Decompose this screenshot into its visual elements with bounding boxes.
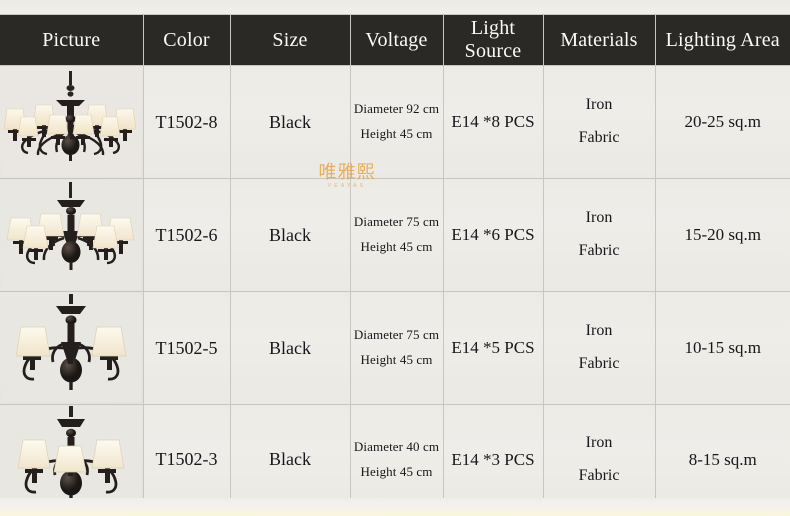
material-primary: Iron <box>585 96 613 114</box>
page-bottom-tint <box>0 510 790 516</box>
height-value: Height 45 cm <box>360 463 433 479</box>
column-header-color: Color <box>142 14 231 66</box>
chandelier-8-arm-icon <box>0 66 143 178</box>
column-header-size: Size <box>229 14 351 66</box>
size-value-cell: Diameter 75 cm Height 45 cm <box>349 291 444 405</box>
material-primary: Iron <box>585 322 613 340</box>
spec-table-page: Picture Color Size Voltage Light Source … <box>0 0 790 516</box>
color-value-cell: Black <box>229 178 351 292</box>
column-header-lighting-area: Lighting Area <box>654 14 790 66</box>
lighting-area-value-cell: 10-15 sq.m <box>654 291 790 405</box>
model-code-cell: T1502-8 <box>142 65 231 179</box>
materials-value-cell: Iron Fabric <box>542 291 656 405</box>
product-image-cell[interactable] <box>0 178 144 292</box>
diameter-value: Diameter 92 cm <box>353 101 440 117</box>
height-value: Height 45 cm <box>360 126 433 141</box>
product-spec-table: Picture Color Size Voltage Light Source … <box>0 14 790 515</box>
light-source-value-cell: E14 *6 PCS <box>442 178 544 292</box>
light-source-value-cell: E14 *5 PCS <box>442 291 544 405</box>
diameter-value: Diameter 75 cm <box>353 214 440 230</box>
column-header-voltage: Voltage <box>349 14 444 66</box>
materials-value-cell: Iron Fabric <box>542 65 656 179</box>
materials-value-cell: Iron Fabric <box>542 178 656 292</box>
table-header: Picture Color Size Voltage Light Source … <box>0 14 790 66</box>
material-primary: Iron <box>585 209 613 227</box>
lighting-area-value-cell: 15-20 sq.m <box>654 178 790 292</box>
column-header-picture: Picture <box>0 14 144 66</box>
column-header-light-source: Light Source <box>442 14 544 66</box>
product-image-cell[interactable] <box>0 65 144 179</box>
material-secondary: Fabric <box>578 355 620 372</box>
product-image-cell[interactable] <box>0 291 144 405</box>
diameter-value: Diameter 75 cm <box>353 327 440 343</box>
diameter-value: Diameter 40 cm <box>353 439 440 455</box>
chandelier-8-arm-svg <box>1 67 142 177</box>
material-secondary: Fabric <box>578 242 620 259</box>
table-row: T1502-6 Black Diameter 75 cm Height 45 c… <box>0 178 790 292</box>
size-value-cell: Diameter 75 cm Height 45 cm <box>349 178 444 292</box>
table-body: T1502-8 Black Diameter 92 cm Height 45 c… <box>0 65 790 515</box>
chandelier-6-arm-svg <box>1 180 142 290</box>
color-value-cell: Black <box>229 291 351 405</box>
size-value-cell: Diameter 92 cm Height 45 cm <box>349 65 444 179</box>
material-secondary: Fabric <box>578 129 620 146</box>
table-row: T1502-8 Black Diameter 92 cm Height 45 c… <box>0 65 790 179</box>
chandelier-5-arm-icon <box>0 292 143 404</box>
lighting-area-value-cell: 20-25 sq.m <box>654 65 790 179</box>
table-row: T1502-5 Black Diameter 75 cm Height 45 c… <box>0 291 790 405</box>
column-header-materials: Materials <box>542 14 656 66</box>
model-code-cell: T1502-6 <box>142 178 231 292</box>
chandelier-5-arm-svg <box>1 294 142 402</box>
model-code-cell: T1502-5 <box>142 291 231 405</box>
height-value: Height 45 cm <box>360 239 433 254</box>
chandelier-6-arm-icon <box>0 179 143 291</box>
light-source-value-cell: E14 *8 PCS <box>442 65 544 179</box>
color-value-cell: Black <box>229 65 351 179</box>
height-value: Height 45 cm <box>360 352 433 367</box>
header-row: Picture Color Size Voltage Light Source … <box>0 14 790 66</box>
page-top-strip <box>0 0 790 14</box>
material-primary: Iron <box>585 433 613 451</box>
material-secondary: Fabric <box>578 466 620 484</box>
